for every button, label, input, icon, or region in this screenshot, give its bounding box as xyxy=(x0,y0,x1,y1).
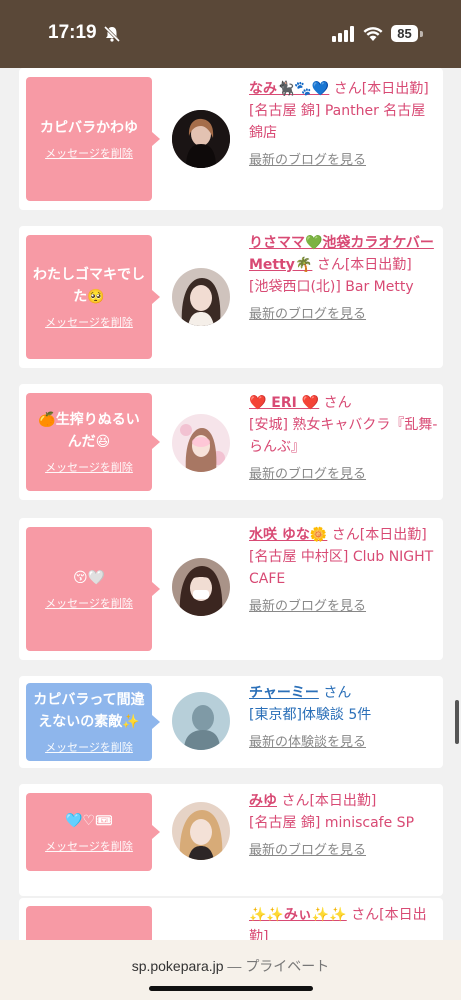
host-name-link[interactable]: なみ🐈‍⬛🐾💙 xyxy=(249,81,329,97)
message-text: カピバラかわゆ xyxy=(40,120,138,136)
status-bar: 17:19 85 xyxy=(0,0,461,68)
avatar[interactable] xyxy=(172,558,230,616)
battery-tip xyxy=(420,31,423,37)
host-name-link[interactable]: 水咲 ゆな🌼 xyxy=(249,527,327,543)
host-name-link[interactable]: チャーミー xyxy=(249,685,319,701)
message-bubble: カピバラかわゆ メッセージを削除 xyxy=(26,77,160,201)
shop-info: [池袋西口(北)] Bar Metty xyxy=(249,279,414,295)
message-card: わたしゴマキでした🥺 メッセージを削除 りさママ💚池袋カラオケバーMetty🌴 … xyxy=(19,226,443,368)
latest-blog-link[interactable]: 最新のブログを見る xyxy=(249,150,439,172)
avatar-photo xyxy=(172,802,230,860)
host-status: さん xyxy=(323,685,352,701)
url-display[interactable]: sp.pokepara.jp — プライベート xyxy=(0,956,461,976)
private-mode-label: プライベート xyxy=(245,958,330,974)
message-card: 😚🤍 メッセージを削除 水咲 ゆな🌼 さん[本日出勤] [名古屋 中村区] Cl… xyxy=(19,518,443,660)
latest-blog-link[interactable]: 最新のブログを見る xyxy=(249,464,439,486)
latest-blog-link[interactable]: 最新のブログを見る xyxy=(249,304,439,326)
latest-blog-link[interactable]: 最新のブログを見る xyxy=(249,840,439,862)
message-card: 🍊生搾りぬるいんだ😆 メッセージを削除 ❤️ ERI ❤️ さん [安城] 熟女… xyxy=(19,384,443,500)
message-card: カピバラって間違えないの素敵✨ メッセージを削除 チャーミー さん [東京都]体… xyxy=(19,676,443,768)
avatar[interactable] xyxy=(172,414,230,472)
url-text: sp.pokepara.jp xyxy=(131,958,224,974)
latest-blog-link[interactable]: 最新のブログを見る xyxy=(249,596,439,618)
host-status: さん xyxy=(323,395,352,411)
message-text: 🍊生搾りぬるいんだ😆 xyxy=(38,412,140,450)
shop-info: [名古屋 中村区] Club NIGHT CAFE xyxy=(249,549,434,587)
silent-bell-icon xyxy=(103,25,121,43)
delete-message-link[interactable]: メッセージを削除 xyxy=(45,314,133,330)
delete-message-link[interactable]: メッセージを削除 xyxy=(45,459,133,475)
host-status: さん[本日出勤] xyxy=(333,81,429,97)
latest-review-link[interactable]: 最新の体験談を見る xyxy=(249,732,439,754)
shop-info: [名古屋 錦] miniscafe SP xyxy=(249,815,415,831)
delete-message-link[interactable]: メッセージを削除 xyxy=(45,739,133,755)
message-text: 😚🤍 xyxy=(72,570,106,586)
avatar-photo xyxy=(172,692,230,750)
home-indicator[interactable] xyxy=(149,986,313,991)
message-card: 🩵♡🎟 メッセージを削除 みゆ さん[本日出勤] [名古屋 錦] minisca… xyxy=(19,784,443,896)
scrollbar[interactable] xyxy=(455,700,459,744)
shop-info: [東京都]体験談 5件 xyxy=(249,707,372,723)
host-info: りさママ💚池袋カラオケバーMetty🌴 さん[本日出勤] [池袋西口(北)] B… xyxy=(249,232,439,326)
clock: 17:19 xyxy=(48,22,97,43)
message-bubble: 🩵♡🎟 メッセージを削除 xyxy=(26,793,160,871)
message-bubble: 😚🤍 メッセージを削除 xyxy=(26,527,160,651)
host-name-link[interactable]: みゆ xyxy=(249,793,277,809)
url-separator: — xyxy=(227,958,242,974)
battery-icon: 85 xyxy=(391,25,418,42)
message-card: カピバラかわゆ メッセージを削除 なみ🐈‍⬛🐾💙 さん[本日出勤] [名古屋 錦… xyxy=(19,68,443,210)
delete-message-link[interactable]: メッセージを削除 xyxy=(45,145,133,161)
avatar-photo xyxy=(172,110,230,168)
host-info: チャーミー さん [東京都]体験談 5件 最新の体験談を見る xyxy=(249,682,439,754)
avatar-photo xyxy=(172,558,230,616)
shop-info: [名古屋 錦] Panther 名古屋錦店 xyxy=(249,103,426,141)
browser-url-bar[interactable]: sp.pokepara.jp — プライベート xyxy=(0,940,461,1000)
host-info: ❤️ ERI ❤️ さん [安城] 熟女キャバクラ『乱舞-らんぶ』 最新のブログ… xyxy=(249,392,439,486)
host-name-link[interactable]: ❤️ ERI ❤️ xyxy=(249,395,319,411)
host-status: さん[本日出勤] xyxy=(331,527,427,543)
avatar[interactable] xyxy=(172,110,230,168)
message-bubble: 🍊生搾りぬるいんだ😆 メッセージを削除 xyxy=(26,393,160,491)
message-text: カピバラって間違えないの素敵✨ xyxy=(33,692,145,730)
message-bubble: わたしゴマキでした🥺 メッセージを削除 xyxy=(26,235,160,359)
avatar[interactable] xyxy=(172,692,230,750)
message-bubble: カピバラって間違えないの素敵✨ メッセージを削除 xyxy=(26,683,160,761)
cellular-signal-icon xyxy=(332,26,354,42)
wifi-icon xyxy=(363,27,383,41)
host-name-link[interactable]: ✨✨みぃ✨✨ xyxy=(249,907,347,923)
host-status: さん[本日出勤] xyxy=(316,257,412,273)
host-status: さん[本日出勤] xyxy=(281,793,377,809)
message-text: 🩵♡🎟 xyxy=(65,813,113,829)
host-info: みゆ さん[本日出勤] [名古屋 錦] miniscafe SP 最新のブログを… xyxy=(249,790,439,862)
host-info: 水咲 ゆな🌼 さん[本日出勤] [名古屋 中村区] Club NIGHT CAF… xyxy=(249,524,439,618)
host-info: なみ🐈‍⬛🐾💙 さん[本日出勤] [名古屋 錦] Panther 名古屋錦店 最… xyxy=(249,78,439,172)
delete-message-link[interactable]: メッセージを削除 xyxy=(45,595,133,611)
avatar-photo xyxy=(172,268,230,326)
avatar-photo xyxy=(172,414,230,472)
shop-info: [安城] 熟女キャバクラ『乱舞-らんぶ』 xyxy=(249,417,438,455)
message-text: わたしゴマキでした🥺 xyxy=(33,267,145,305)
avatar[interactable] xyxy=(172,268,230,326)
delete-message-link[interactable]: メッセージを削除 xyxy=(45,838,133,854)
avatar[interactable] xyxy=(172,802,230,860)
